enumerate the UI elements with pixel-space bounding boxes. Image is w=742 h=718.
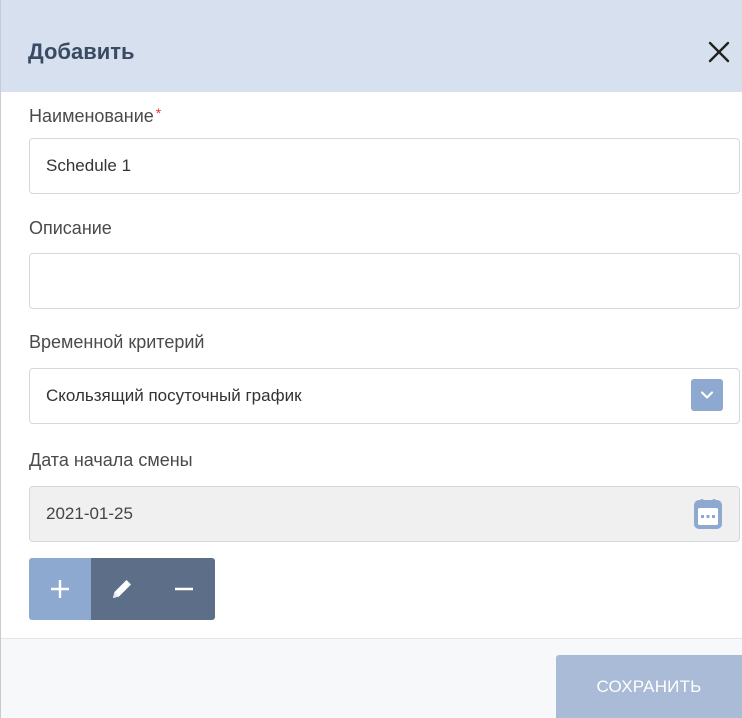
time-criterion-label: Временной критерий [29,332,205,352]
save-button[interactable]: СОХРАНИТЬ [556,655,742,718]
shift-start-date-label: Дата начала смены [29,450,193,470]
name-label: Наименование * [29,104,161,128]
add-dialog: Добавить Наименование* Описание Временно… [0,0,742,718]
row-toolbar [29,558,215,620]
close-icon [708,41,730,63]
shift-start-date-field[interactable]: 2021-01-25 [29,486,740,542]
required-mark: * [155,105,162,121]
description-input[interactable] [29,253,740,309]
close-button[interactable] [701,34,737,70]
minus-icon [175,587,193,591]
select-dropdown-button[interactable] [691,379,723,411]
chevron-down-icon [700,391,714,399]
name-label-text: Наименование [29,106,154,126]
remove-button[interactable] [153,558,215,620]
add-button[interactable] [29,558,91,620]
time-criterion-select[interactable]: Скользящий посуточный график [29,368,740,424]
pencil-icon [113,580,131,598]
name-input[interactable] [29,138,740,194]
edit-button[interactable] [91,558,153,620]
dialog-header: Добавить [1,0,742,92]
time-criterion-selected: Скользящий посуточный график [46,386,302,405]
shift-start-date-value: 2021-01-25 [46,504,133,523]
calendar-button[interactable] [692,497,724,531]
dialog-title: Добавить [28,39,135,64]
plus-icon [51,580,69,598]
calendar-icon [694,499,722,529]
description-label: Описание [29,218,112,238]
